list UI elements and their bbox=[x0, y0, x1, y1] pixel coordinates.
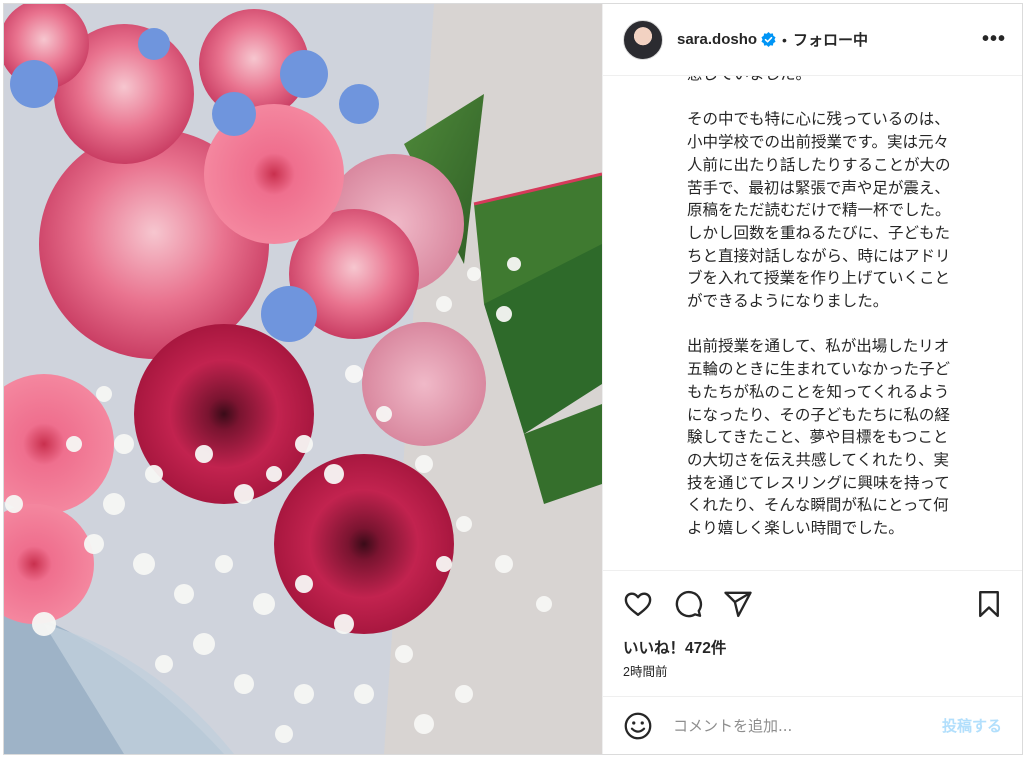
post-actions-bar bbox=[603, 570, 1022, 636]
flower-bouquet-image bbox=[4, 4, 602, 754]
avatar[interactable] bbox=[623, 19, 663, 60]
heart-icon[interactable] bbox=[623, 589, 653, 619]
caption-line: になったり、その子どもたちに私の経 bbox=[687, 405, 950, 424]
caption-line: ちと直接対話しながら、時にはアドリ bbox=[687, 246, 951, 265]
caption-line: くれたり、そんな瞬間が私にとって何 bbox=[687, 496, 949, 515]
caption-line: より嬉しく楽しい時間でした。 bbox=[687, 519, 904, 538]
caption-scroll-area[interactable]: 感じていました。その中でも特に心に残っているのは、小中学校での出前授業です。実は… bbox=[603, 76, 1022, 570]
more-options-icon[interactable]: ••• bbox=[982, 28, 1006, 51]
comment-icon[interactable] bbox=[673, 589, 703, 619]
caption-line: 出前授業を通して、私が出場したリオ bbox=[687, 337, 950, 356]
instagram-post-dialog: sara.dosho • フォロー中 ••• 感じていました。その中でも特に心に… bbox=[3, 3, 1023, 755]
caption-line: しかし回数を重ねるたびに、子どもた bbox=[687, 223, 951, 242]
caption-line: ブを入れて授業を作り上げていくこと bbox=[687, 269, 951, 288]
caption-line: 技を通じてレスリングに興味を持って bbox=[687, 473, 950, 492]
caption-line: 苦手で、最初は緊張で声や足が震え、 bbox=[687, 178, 950, 197]
caption-blank-line bbox=[687, 86, 998, 109]
following-button[interactable]: フォロー中 bbox=[793, 29, 868, 50]
caption-line: ができるようになりました。 bbox=[687, 292, 889, 311]
caption-line: 感じていました。 bbox=[687, 76, 998, 86]
caption-line: の大切さを伝え共感してくれたり、実 bbox=[687, 450, 949, 469]
caption-line: 原稿をただ読むだけで精一杯でした。 bbox=[687, 201, 951, 220]
post-timestamp[interactable]: 2時間前 bbox=[603, 662, 1022, 682]
comment-bar: 投稿する bbox=[603, 696, 1022, 754]
separator-dot: • bbox=[782, 31, 787, 48]
emoji-icon[interactable] bbox=[623, 711, 653, 741]
post-comment-button[interactable]: 投稿する bbox=[942, 715, 1002, 736]
caption-line: もたちが私のことを知ってくれるよう bbox=[687, 382, 950, 401]
caption-line: 人前に出たり話したりすることが大の bbox=[687, 155, 951, 174]
caption-line: 小中学校での出前授業です。実は元々 bbox=[687, 133, 949, 152]
username-link[interactable]: sara.dosho bbox=[677, 31, 757, 48]
post-photo-flower-bouquet[interactable] bbox=[4, 4, 602, 754]
post-header: sara.dosho • フォロー中 ••• bbox=[603, 4, 1022, 76]
verified-badge-icon bbox=[761, 32, 776, 47]
caption-line: 験してきたこと、夢や目標をもつこと bbox=[687, 428, 949, 447]
likes-count[interactable]: いいね！472件 bbox=[603, 636, 1022, 662]
bookmark-icon[interactable] bbox=[974, 589, 1004, 619]
caption-line: その中でも特に心に残っているのは、 bbox=[687, 110, 950, 129]
caption-blank-line bbox=[687, 313, 998, 336]
caption-line: 五輪のときに生まれていなかった子ど bbox=[687, 360, 951, 379]
post-side-panel: sara.dosho • フォロー中 ••• 感じていました。その中でも特に心に… bbox=[602, 4, 1022, 754]
post-caption: 感じていました。その中でも特に心に残っているのは、小中学校での出前授業です。実は… bbox=[687, 76, 998, 540]
share-icon[interactable] bbox=[723, 589, 753, 619]
comment-input[interactable] bbox=[671, 715, 942, 736]
